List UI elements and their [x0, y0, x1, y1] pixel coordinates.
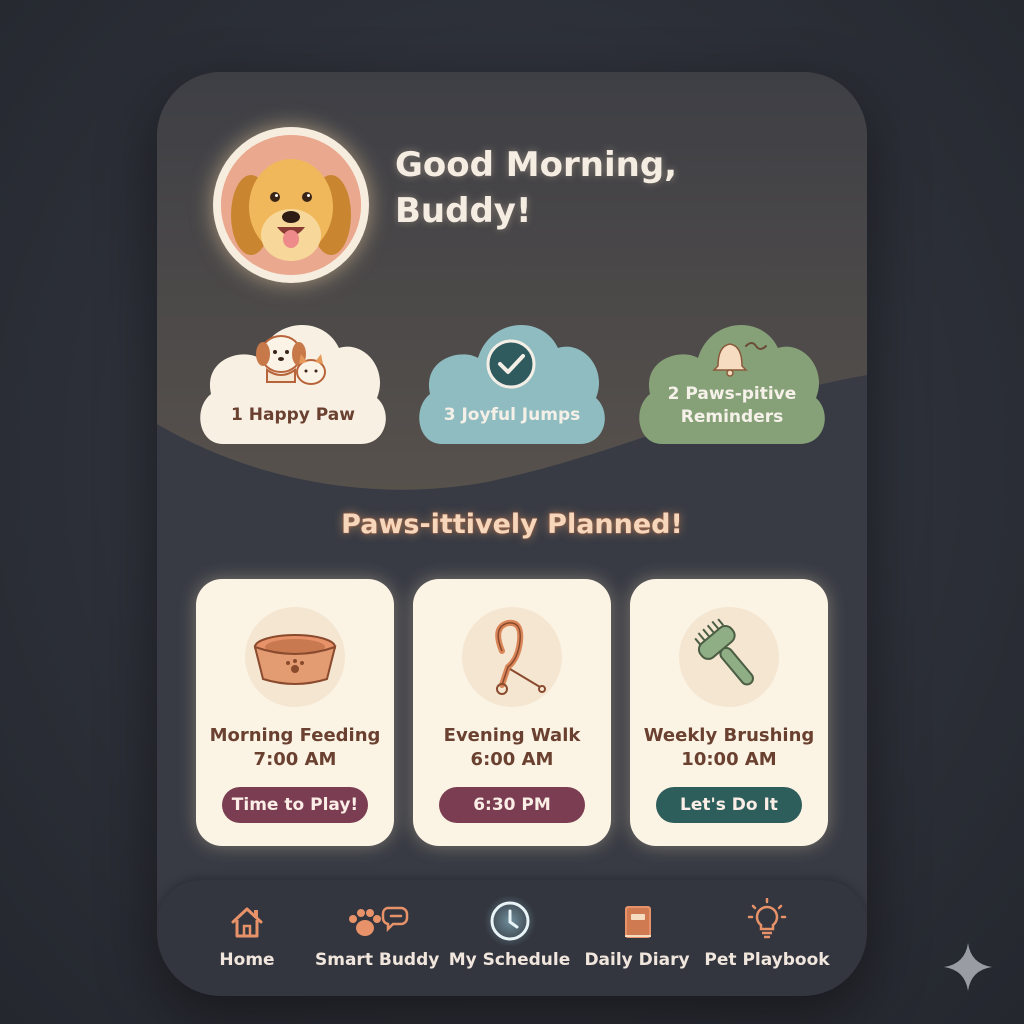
pet-avatar[interactable]	[213, 127, 369, 283]
task-card-morning-feeding[interactable]: Morning Feeding 7:00 AM Time to Play!	[196, 579, 394, 846]
task-card-weekly-brushing[interactable]: Weekly Brushing 10:00 AM Let's Do It	[630, 579, 828, 846]
task-info: Weekly Brushing 10:00 AM	[630, 724, 828, 772]
task-icon-wrap	[679, 607, 779, 707]
tab-home[interactable]: Home	[197, 880, 297, 996]
task-title: Weekly Brushing	[643, 725, 815, 746]
task-icon-wrap	[462, 607, 562, 707]
check-circle-icon	[486, 339, 536, 389]
tab-label: My Schedule	[448, 950, 571, 970]
app-screen: Good Morning, Buddy! 1 Happy Paw 3 Joyfu…	[157, 72, 867, 996]
stat-reminders[interactable]: 2 Paws-pitive Reminders	[632, 308, 832, 448]
brush-icon	[694, 618, 754, 686]
section-title: Paws-ittively Planned!	[341, 509, 683, 540]
diary-icon	[625, 906, 651, 938]
greeting-title: Good Morning, Buddy!	[395, 142, 695, 234]
tab-my-schedule[interactable]: My Schedule	[447, 880, 572, 996]
time-to-play-button[interactable]: Time to Play!	[222, 787, 368, 823]
paw-chat-icon	[349, 906, 409, 936]
home-icon	[231, 907, 263, 938]
task-time: 7:00 AM	[253, 749, 337, 770]
tab-label: Pet Playbook	[704, 950, 830, 970]
bottom-tab-bar: Home Smart Buddy My Schedule Daily Diary…	[157, 880, 867, 996]
task-time: 6:00 AM	[470, 749, 554, 770]
stat-happy-paw[interactable]: 1 Happy Paw	[193, 308, 393, 448]
task-time: 10:00 AM	[681, 749, 777, 770]
tab-daily-diary[interactable]: Daily Diary	[582, 880, 692, 996]
lightbulb-icon	[747, 898, 787, 939]
stat-joyful-jumps[interactable]: 3 Joyful Jumps	[412, 308, 612, 448]
stat-label-line-2: Reminders	[680, 407, 784, 427]
stat-label: 2 Paws-pitive Reminders	[632, 383, 832, 429]
leash-icon	[495, 619, 546, 695]
tab-label: Smart Buddy	[315, 950, 440, 970]
stat-label: 1 Happy Paw	[231, 405, 355, 425]
greeting-line-1: Good Morning,	[395, 145, 678, 185]
golden-retriever-avatar-icon	[221, 135, 361, 275]
tab-label: Home	[219, 950, 275, 970]
greeting-line-2: Buddy!	[395, 191, 532, 231]
food-bowl-icon	[253, 634, 337, 685]
task-title: Morning Feeding	[209, 725, 381, 746]
lets-do-it-button[interactable]: Let's Do It	[656, 787, 802, 823]
task-icon-wrap	[245, 607, 345, 707]
task-info: Evening Walk 6:00 AM	[413, 724, 611, 772]
dog-and-cat-icon	[256, 335, 326, 385]
tab-smart-buddy[interactable]: Smart Buddy	[315, 880, 440, 996]
tab-pet-playbook[interactable]: Pet Playbook	[702, 880, 832, 996]
clock-icon	[483, 896, 536, 946]
sparkle-icon	[944, 943, 992, 991]
task-info: Morning Feeding 7:00 AM	[196, 724, 394, 772]
task-title: Evening Walk	[443, 725, 581, 746]
stat-label-line-1: 2 Paws-pitive	[667, 384, 797, 404]
stat-label: 3 Joyful Jumps	[443, 405, 581, 425]
task-card-evening-walk[interactable]: Evening Walk 6:00 AM 6:30 PM	[413, 579, 611, 846]
tab-label: Daily Diary	[584, 950, 690, 970]
walk-time-button[interactable]: 6:30 PM	[439, 787, 585, 823]
